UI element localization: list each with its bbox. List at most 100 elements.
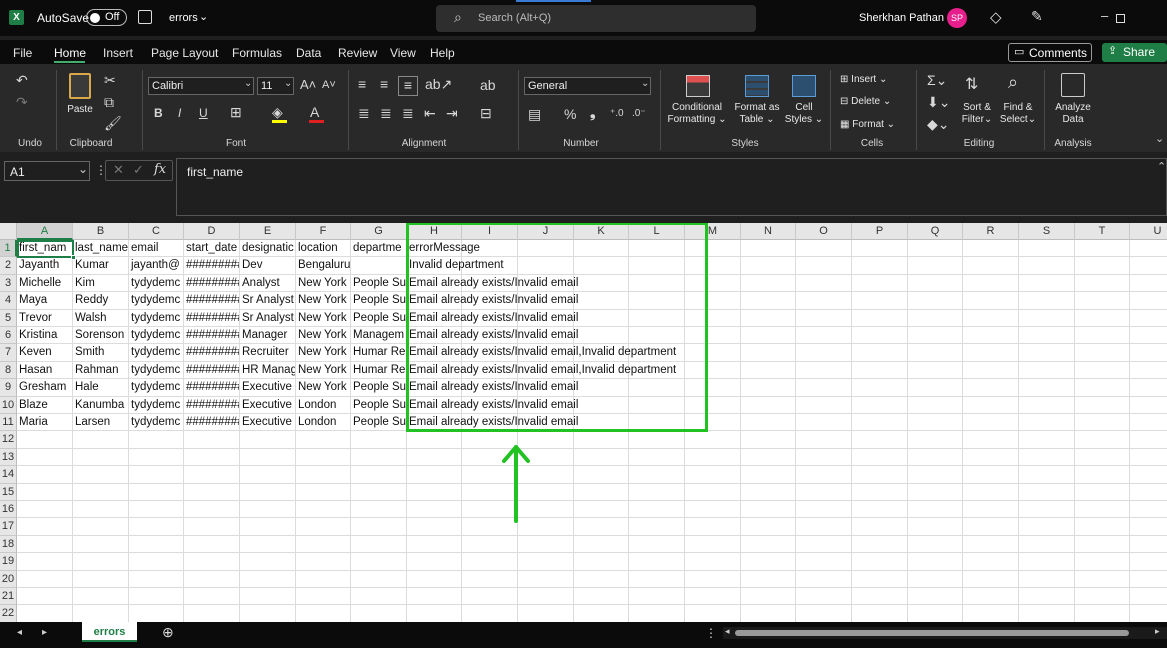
- column-header-p[interactable]: P: [852, 223, 908, 240]
- underline-icon[interactable]: U: [199, 106, 208, 120]
- expand-formula-icon[interactable]: ⌃: [1157, 160, 1166, 173]
- cell-a3[interactable]: Michelle: [17, 275, 72, 292]
- cell-a11[interactable]: Maria: [17, 414, 72, 431]
- increase-font-icon[interactable]: A˄: [300, 77, 316, 92]
- delete-cells-button[interactable]: ⊟ Delete ⌄: [840, 96, 910, 108]
- cell-a4[interactable]: Maya: [17, 292, 72, 309]
- cell-a8[interactable]: Hasan: [17, 362, 72, 379]
- cell-e6[interactable]: Manager: [240, 327, 295, 344]
- column-header-o[interactable]: O: [796, 223, 852, 240]
- cell-g8[interactable]: Humar Re: [351, 362, 406, 379]
- menu-review[interactable]: Review: [338, 46, 377, 60]
- cell-b8[interactable]: Rahman: [73, 362, 128, 379]
- cell-g4[interactable]: People Su: [351, 292, 406, 309]
- font-name-select[interactable]: Calibri ⌄: [148, 77, 254, 95]
- minimize-icon[interactable]: –: [1101, 8, 1108, 23]
- undo-icon[interactable]: ↶: [16, 72, 28, 89]
- share-button[interactable]: ⇪ Share: [1102, 43, 1167, 62]
- cell-f1[interactable]: location: [296, 240, 350, 257]
- user-name[interactable]: Sherkhan Pathan: [859, 12, 944, 24]
- cell-f9[interactable]: New York: [296, 379, 350, 396]
- cell-g7[interactable]: Humar Re: [351, 344, 406, 361]
- diamond-icon[interactable]: ◇: [990, 8, 1002, 26]
- cell-g10[interactable]: People Su: [351, 397, 406, 414]
- conditional-formatting-button[interactable]: Conditional Formatting ⌄: [666, 102, 728, 126]
- confirm-icon[interactable]: ✓: [133, 162, 144, 178]
- next-sheet-icon[interactable]: ▸: [42, 627, 47, 638]
- fill-color-icon[interactable]: ◈: [272, 104, 283, 121]
- cancel-icon[interactable]: ✕: [113, 162, 124, 178]
- row-header-10[interactable]: 10: [0, 396, 17, 414]
- comments-button[interactable]: ▭ Comments: [1008, 43, 1092, 62]
- cell-d6[interactable]: #########: [184, 327, 239, 344]
- column-header-u[interactable]: U: [1130, 223, 1167, 240]
- cell-a2[interactable]: Jayanth: [17, 257, 72, 274]
- cell-d8[interactable]: #########: [184, 362, 239, 379]
- cell-b7[interactable]: Smith: [73, 344, 128, 361]
- cell-g11[interactable]: People Su: [351, 414, 406, 431]
- align-left-icon[interactable]: ≣: [358, 105, 370, 122]
- analyze-data-button[interactable]: Analyze Data: [1050, 102, 1096, 126]
- scroll-right-icon[interactable]: ▸: [1155, 626, 1160, 637]
- decrease-font-icon[interactable]: A˅: [322, 79, 336, 91]
- avatar[interactable]: SP: [947, 8, 967, 28]
- column-header-f[interactable]: F: [296, 223, 351, 240]
- column-header-c[interactable]: C: [129, 223, 184, 240]
- find-select-button[interactable]: Find & Select⌄: [995, 102, 1041, 126]
- row-header-6[interactable]: 6: [0, 327, 17, 345]
- cell-a5[interactable]: Trevor: [17, 310, 72, 327]
- file-name[interactable]: errors: [169, 12, 198, 24]
- row-header-19[interactable]: 19: [0, 553, 17, 571]
- pen-icon[interactable]: ✎: [1031, 8, 1043, 25]
- number-format-select[interactable]: General ⌄: [524, 77, 651, 95]
- formula-input[interactable]: first_name: [176, 158, 1167, 216]
- orientation-icon[interactable]: ab↗: [425, 76, 452, 93]
- prev-sheet-icon[interactable]: ◂: [17, 627, 22, 638]
- cell-g6[interactable]: Managem: [351, 327, 406, 344]
- scrollbar-thumb[interactable]: [735, 630, 1129, 636]
- cell-b3[interactable]: Kim: [73, 275, 128, 292]
- borders-icon[interactable]: ⊞: [230, 104, 242, 121]
- cell-f6[interactable]: New York: [296, 327, 350, 344]
- cell-f11[interactable]: London: [296, 414, 350, 431]
- menu-data[interactable]: Data: [296, 46, 321, 60]
- cell-e10[interactable]: Executive: [240, 397, 295, 414]
- row-header-11[interactable]: 11: [0, 414, 17, 432]
- row-header-17[interactable]: 17: [0, 518, 17, 536]
- row-header-7[interactable]: 7: [0, 344, 17, 362]
- cell-e8[interactable]: HR Manag: [240, 362, 295, 379]
- add-sheet-icon[interactable]: ⊕: [162, 624, 174, 641]
- cell-d7[interactable]: #########: [184, 344, 239, 361]
- cell-b5[interactable]: Walsh: [73, 310, 128, 327]
- row-header-1[interactable]: 1: [0, 240, 17, 258]
- wrap-text-icon[interactable]: ab: [480, 77, 496, 93]
- cell-c10[interactable]: tydydemc: [129, 397, 183, 414]
- cell-f7[interactable]: New York: [296, 344, 350, 361]
- row-header-13[interactable]: 13: [0, 448, 17, 467]
- cell-c5[interactable]: tydydemc: [129, 310, 183, 327]
- cell-c8[interactable]: tydydemc: [129, 362, 183, 379]
- cell-c6[interactable]: tydydemc: [129, 327, 183, 344]
- cut-icon[interactable]: ✂: [104, 72, 116, 89]
- horizontal-scrollbar[interactable]: ◂ ▸: [723, 626, 1167, 639]
- cell-c4[interactable]: tydydemc: [129, 292, 183, 309]
- sheet-options-icon[interactable]: ⋮: [705, 626, 717, 640]
- cell-f10[interactable]: London: [296, 397, 350, 414]
- percent-icon[interactable]: %: [564, 106, 576, 122]
- column-header-n[interactable]: N: [741, 223, 796, 240]
- copy-icon[interactable]: ⧉: [104, 94, 114, 111]
- cell-e2[interactable]: Dev: [240, 257, 295, 274]
- sort-filter-button[interactable]: Sort & Filter⌄: [955, 102, 999, 126]
- cell-b6[interactable]: Sorenson: [73, 327, 128, 344]
- cell-e1[interactable]: designatic: [240, 240, 295, 257]
- row-header-4[interactable]: 4: [0, 292, 17, 310]
- cell-c9[interactable]: tydydemc: [129, 379, 183, 396]
- align-middle-icon[interactable]: ≡: [380, 76, 388, 92]
- cell-b1[interactable]: last_name: [73, 240, 128, 257]
- column-header-b[interactable]: B: [73, 223, 129, 240]
- clear-icon[interactable]: ◆⌄: [927, 116, 950, 133]
- cell-d10[interactable]: #########: [184, 397, 239, 414]
- column-header-q[interactable]: Q: [908, 223, 963, 240]
- cell-b11[interactable]: Larsen: [73, 414, 128, 431]
- cell-c1[interactable]: email: [129, 240, 183, 257]
